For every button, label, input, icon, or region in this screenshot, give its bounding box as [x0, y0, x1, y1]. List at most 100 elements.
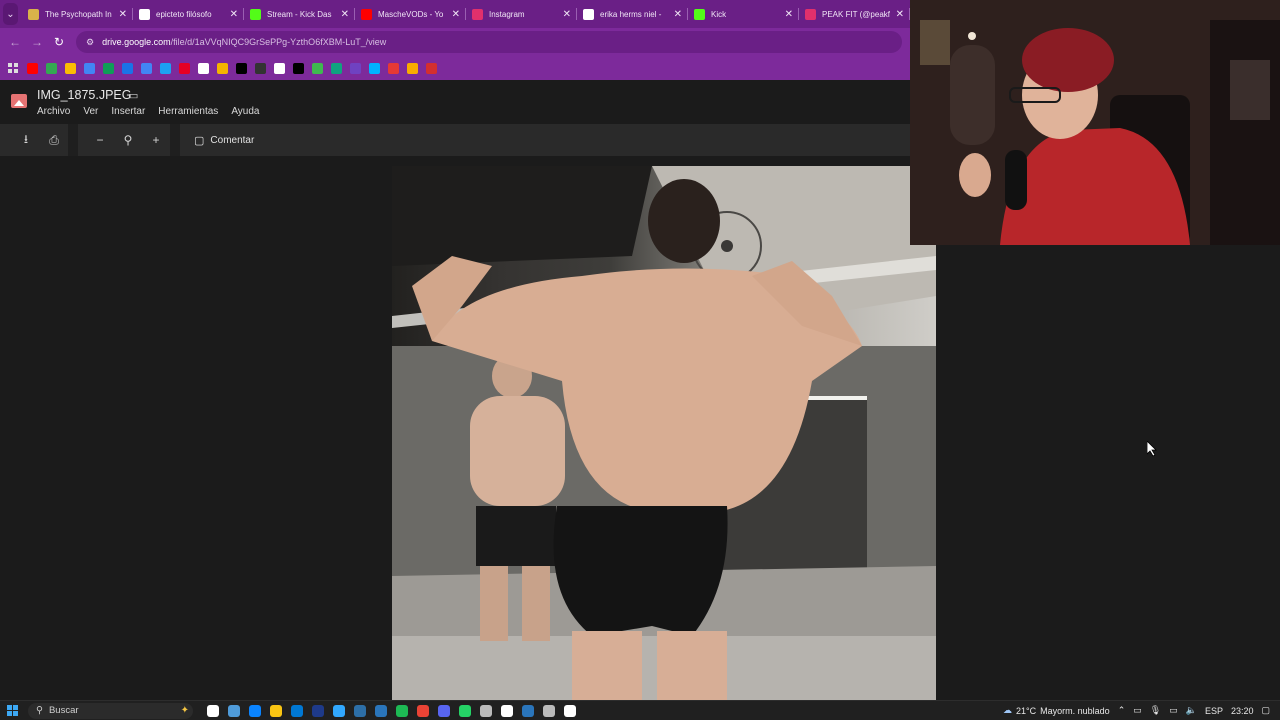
- show-hidden-icons-chevron-icon[interactable]: ⌃: [1118, 705, 1126, 716]
- taskbar-search-box[interactable]: ⚲ Buscar ✦: [28, 702, 193, 719]
- taskbar-app-icon[interactable]: [249, 704, 261, 717]
- toolbar-divider: [170, 124, 180, 156]
- browser-tab[interactable]: erika herms niel - ✕: [577, 0, 688, 28]
- bookmark-favicon-icon[interactable]: [274, 62, 285, 74]
- download-icon[interactable]: ⭳: [12, 130, 40, 151]
- menu-herramientas[interactable]: Herramientas: [158, 106, 218, 117]
- bookmark-favicon-icon[interactable]: [103, 62, 114, 74]
- bookmark-favicon-icon[interactable]: [407, 62, 418, 74]
- windows-taskbar: ⚲ Buscar ✦ ☁ 21°C Mayorm. nublado ⌃ ▭ 🎙 …: [0, 700, 1280, 720]
- taskbar-pinned-apps: [207, 704, 576, 717]
- bookmark-favicon-icon[interactable]: [293, 62, 304, 74]
- browser-tab[interactable]: PEAK FIT (@peakf ✕: [799, 0, 910, 28]
- tab-title: Instagram: [489, 9, 525, 19]
- browser-tab-strip: ⌄ The Psychopath In ✕ epicteto filósofo ✕ St…: [0, 0, 910, 28]
- tab-favicon-icon: [583, 8, 594, 20]
- bookmark-favicon-icon[interactable]: [388, 62, 399, 74]
- clock[interactable]: 23:20: [1231, 706, 1254, 716]
- viewer-toolbar: ⭳ ⎙ − ⚲ + ▢ Comentar: [0, 124, 910, 156]
- move-to-folder-icon[interactable]: ▭: [128, 89, 138, 102]
- browser-tab[interactable]: The Psychopath In ✕: [22, 0, 133, 28]
- browser-tab[interactable]: Stream - Kick Das ✕: [244, 0, 355, 28]
- bookmark-favicon-icon[interactable]: [255, 62, 266, 74]
- bookmark-favicon-icon[interactable]: [312, 62, 323, 74]
- volume-icon[interactable]: 🔈: [1186, 705, 1197, 716]
- bookmark-favicon-icon[interactable]: [46, 62, 57, 74]
- bookmark-favicon-icon[interactable]: [141, 62, 152, 74]
- taskbar-app-icon[interactable]: [501, 704, 513, 717]
- zoom-icon[interactable]: ⚲: [114, 133, 142, 147]
- browser-tab[interactable]: MascheVODs - Yo ✕: [355, 0, 466, 28]
- browser-tab[interactable]: epicteto filósofo ✕: [133, 0, 244, 28]
- comment-button[interactable]: ▢ Comentar: [180, 134, 254, 147]
- taskbar-app-icon[interactable]: [459, 704, 471, 717]
- taskbar-app-icon[interactable]: [333, 704, 345, 717]
- taskbar-app-icon[interactable]: [522, 704, 534, 717]
- bookmark-favicon-icon[interactable]: [160, 62, 171, 74]
- zoom-out-icon[interactable]: −: [86, 133, 114, 147]
- mouse-pointer-icon: [1147, 441, 1157, 457]
- zoom-in-icon[interactable]: +: [142, 133, 170, 147]
- taskbar-app-icon[interactable]: [270, 704, 282, 717]
- taskbar-app-icon[interactable]: [291, 704, 303, 717]
- tab-close-icon[interactable]: ✕: [674, 9, 682, 20]
- bookmark-favicon-icon[interactable]: [198, 62, 209, 74]
- taskbar-app-icon[interactable]: [564, 704, 576, 717]
- bookmark-favicon-icon[interactable]: [236, 62, 247, 74]
- bookmark-favicon-icon[interactable]: [369, 62, 380, 74]
- bookmark-favicon-icon[interactable]: [27, 62, 38, 74]
- taskbar-app-icon[interactable]: [354, 704, 366, 717]
- browser-tab[interactable]: Instagram ✕: [466, 0, 577, 28]
- tab-close-icon[interactable]: ✕: [452, 9, 460, 20]
- menu-ver[interactable]: Ver: [83, 106, 98, 117]
- taskbar-app-icon[interactable]: [375, 704, 387, 717]
- menu-archivo[interactable]: Archivo: [37, 106, 70, 117]
- network-icon[interactable]: ▭: [1169, 705, 1178, 716]
- tab-close-icon[interactable]: ✕: [230, 9, 238, 20]
- forward-arrow-icon[interactable]: →: [26, 35, 48, 49]
- bookmark-favicon-icon[interactable]: [179, 62, 190, 74]
- taskbar-app-icon[interactable]: [228, 704, 240, 717]
- bookmark-favicon-icon[interactable]: [426, 62, 437, 74]
- address-bar[interactable]: ⚙ drive.google.com/file/d/1aVVqNIQC9GrSe…: [76, 31, 902, 53]
- taskbar-app-icon[interactable]: [396, 704, 408, 717]
- taskbar-app-icon[interactable]: [312, 704, 324, 717]
- browser-tab[interactable]: Kick ✕: [688, 0, 799, 28]
- bookmark-favicon-icon[interactable]: [65, 62, 76, 74]
- taskbar-app-icon[interactable]: [207, 704, 219, 717]
- system-tray: ☁ 21°C Mayorm. nublado ⌃ ▭ 🎙 ▭ 🔈 ESP 23:…: [1003, 705, 1280, 716]
- tab-title: Stream - Kick Das: [267, 9, 332, 19]
- windows-start-icon[interactable]: [0, 705, 24, 716]
- tab-close-icon[interactable]: ✕: [896, 9, 904, 20]
- tab-close-icon[interactable]: ✕: [563, 9, 571, 20]
- viewed-photo: [392, 166, 936, 700]
- menu-ayuda[interactable]: Ayuda: [231, 106, 259, 117]
- reload-icon[interactable]: ↻: [48, 35, 70, 49]
- weather-widget[interactable]: ☁ 21°C Mayorm. nublado: [1003, 705, 1110, 716]
- notification-icon[interactable]: ▢: [1261, 705, 1270, 716]
- bookmark-favicon-icon[interactable]: [331, 62, 342, 74]
- microphone-icon[interactable]: 🎙: [1150, 705, 1161, 716]
- menu-insertar[interactable]: Insertar: [111, 106, 145, 117]
- bookmark-favicon-icon[interactable]: [84, 62, 95, 74]
- tab-favicon-icon: [28, 8, 39, 20]
- taskbar-app-icon[interactable]: [543, 704, 555, 717]
- tab-close-icon[interactable]: ✕: [785, 9, 793, 20]
- tab-close-icon[interactable]: ✕: [119, 9, 127, 20]
- apps-grid-icon[interactable]: [8, 62, 19, 74]
- taskbar-app-icon[interactable]: [480, 704, 492, 717]
- tab-title: The Psychopath In: [45, 9, 112, 19]
- tab-title: erika herms niel -: [600, 9, 662, 19]
- print-icon[interactable]: ⎙: [40, 133, 68, 148]
- bookmark-favicon-icon[interactable]: [217, 62, 228, 74]
- tab-close-icon[interactable]: ✕: [341, 9, 349, 20]
- input-language[interactable]: ESP: [1205, 706, 1223, 716]
- site-info-icon[interactable]: ⚙: [86, 37, 94, 48]
- meet-icon[interactable]: ▭: [1133, 705, 1142, 716]
- taskbar-app-icon[interactable]: [438, 704, 450, 717]
- back-arrow-icon[interactable]: ←: [4, 35, 26, 49]
- taskbar-app-icon[interactable]: [417, 704, 429, 717]
- bookmark-favicon-icon[interactable]: [122, 62, 133, 74]
- tab-search-chevron-icon[interactable]: ⌄: [3, 3, 18, 25]
- bookmark-favicon-icon[interactable]: [350, 62, 361, 74]
